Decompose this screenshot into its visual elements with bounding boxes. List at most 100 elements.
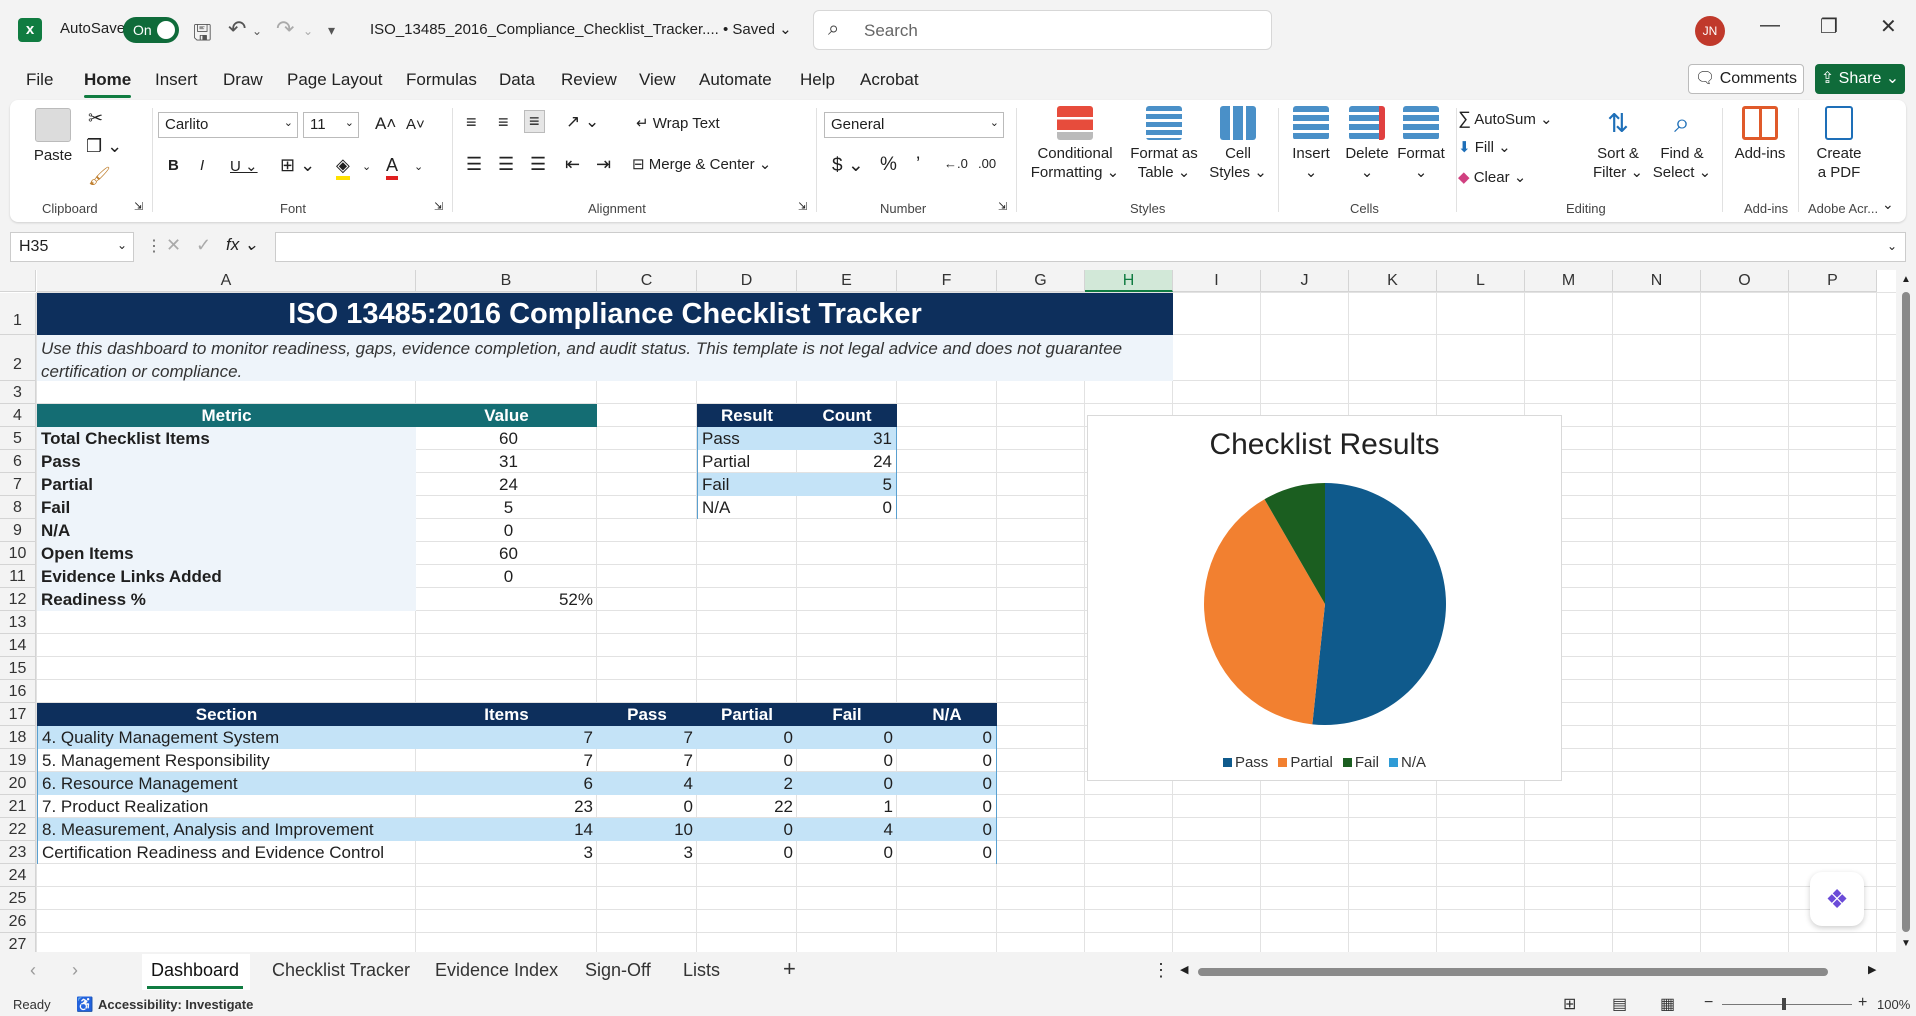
sheet-tab-checklist-tracker[interactable]: Checklist Tracker [272, 960, 410, 981]
row-header-18[interactable]: 18 [0, 726, 36, 749]
autosave-toggle[interactable]: On [123, 17, 179, 43]
section-value[interactable]: 0 [697, 726, 797, 749]
section-value[interactable]: 4 [797, 818, 897, 841]
redo-icon[interactable]: ↷ [276, 16, 294, 42]
zoom-slider[interactable] [1722, 1004, 1852, 1005]
row-header-23[interactable]: 23 [0, 841, 36, 864]
section-value[interactable]: 0 [897, 818, 997, 841]
prev-sheet-icon[interactable]: ‹ [30, 960, 36, 981]
result-label[interactable]: N/A [697, 496, 797, 519]
insert-function-icon[interactable]: fx ⌄ [226, 235, 258, 255]
row-header-5[interactable]: 5 [0, 427, 36, 450]
add-sheet-icon[interactable]: + [783, 956, 796, 982]
conditional-formatting-button[interactable]: Conditional Formatting ⌄ [1030, 106, 1120, 182]
create-pdf-button[interactable]: Create a PDF [1804, 106, 1874, 182]
row-header-22[interactable]: 22 [0, 818, 36, 841]
zoom-slider-thumb[interactable] [1782, 998, 1786, 1010]
horizontal-scroll-thumb[interactable] [1198, 968, 1828, 976]
comments-button[interactable]: 🗨 Comments [1688, 64, 1804, 94]
align-right-icon[interactable]: ☰ [530, 154, 546, 175]
tab-home[interactable]: Home [84, 70, 132, 98]
result-count[interactable]: 5 [797, 473, 897, 496]
row-header-7[interactable]: 7 [0, 473, 36, 496]
percent-icon[interactable]: % [880, 154, 897, 176]
section-value[interactable]: 0 [697, 749, 797, 772]
dashboard-title[interactable]: ISO 13485:2016 Compliance Checklist Trac… [37, 293, 1173, 335]
row-header-16[interactable]: 16 [0, 680, 36, 703]
increase-decimal-icon[interactable]: ←.0 [944, 156, 968, 171]
metric-value[interactable]: 5 [416, 496, 597, 519]
row-header-25[interactable]: 25 [0, 887, 36, 910]
metrics-header-metric[interactable]: Metric [37, 404, 416, 427]
row-header-8[interactable]: 8 [0, 496, 36, 519]
number-launcher-icon[interactable]: ⇲ [998, 200, 1007, 213]
column-header-f[interactable]: F [897, 270, 997, 292]
sheet-tab-sign-off[interactable]: Sign-Off [585, 960, 651, 981]
tab-formulas[interactable]: Formulas [406, 70, 477, 90]
more-icon[interactable]: ⋮ [146, 236, 162, 256]
page-break-view-icon[interactable]: ▦ [1660, 994, 1675, 1014]
section-value[interactable]: 7 [597, 726, 697, 749]
formula-input[interactable]: ⌄ [275, 232, 1906, 262]
page-layout-view-icon[interactable]: ▤ [1612, 994, 1627, 1014]
save-icon[interactable]: 🖫 [193, 16, 212, 54]
section-value[interactable]: 3 [597, 841, 697, 864]
name-box[interactable]: H35 ⌄ [10, 232, 134, 262]
vertical-scrollbar[interactable]: ▲ ▼ [1896, 270, 1916, 952]
result-count[interactable]: 0 [797, 496, 897, 519]
row-header-13[interactable]: 13 [0, 611, 36, 634]
section-value[interactable]: 23 [416, 795, 597, 818]
row-header-26[interactable]: 26 [0, 910, 36, 933]
row-header-19[interactable]: 19 [0, 749, 36, 772]
tab-review[interactable]: Review [561, 70, 617, 90]
section-value[interactable]: 14 [416, 818, 597, 841]
vertical-scroll-thumb[interactable] [1902, 292, 1910, 932]
column-header-o[interactable]: O [1701, 270, 1789, 292]
metric-label[interactable]: Fail [37, 496, 416, 519]
fill-button[interactable]: ⬇ Fill ⌄ [1458, 138, 1511, 156]
column-header-c[interactable]: C [597, 270, 697, 292]
column-header-p[interactable]: P [1789, 270, 1877, 292]
tab-options-icon[interactable]: ⋮ [1152, 960, 1170, 981]
font-color-icon[interactable]: A [386, 155, 399, 180]
section-value[interactable]: 7 [416, 749, 597, 772]
row-header-3[interactable]: 3 [0, 381, 36, 404]
section-value[interactable]: 0 [697, 818, 797, 841]
zoom-out-icon[interactable]: − [1704, 994, 1713, 1012]
align-left-icon[interactable]: ☰ [466, 154, 482, 175]
align-bottom-icon[interactable]: ≡ [524, 110, 545, 133]
fill-color-dropdown-icon[interactable]: ⌄ [362, 160, 371, 173]
tab-view[interactable]: View [639, 70, 676, 90]
section-value[interactable]: 0 [897, 772, 997, 795]
scroll-up-icon[interactable]: ▲ [1901, 274, 1911, 285]
section-name[interactable]: Certification Readiness and Evidence Con… [37, 841, 416, 864]
zoom-level[interactable]: 100% [1877, 997, 1910, 1012]
currency-icon[interactable]: $ ⌄ [832, 154, 864, 177]
metric-value[interactable]: 52% [416, 588, 597, 611]
alignment-launcher-icon[interactable]: ⇲ [798, 200, 807, 213]
insert-cells-button[interactable]: Insert ⌄ [1284, 106, 1338, 182]
checklist-results-chart[interactable]: Checklist Results Pass Partial Fail N/A [1087, 415, 1562, 781]
font-launcher-icon[interactable]: ⇲ [434, 200, 443, 213]
font-name-select[interactable]: Carlito ⌄ [158, 112, 298, 138]
section-value[interactable]: 0 [697, 841, 797, 864]
select-all-corner[interactable] [0, 270, 36, 292]
metric-label[interactable]: Open Items [37, 542, 416, 565]
borders-icon[interactable]: ⊞ ⌄ [280, 155, 315, 176]
section-value[interactable]: 22 [697, 795, 797, 818]
restore-icon[interactable]: ❐ [1820, 14, 1838, 39]
column-header-g[interactable]: G [997, 270, 1085, 292]
normal-view-icon[interactable]: ⊞ [1563, 994, 1576, 1014]
pie-slice-pass[interactable] [1312, 483, 1446, 725]
sections-header-partial[interactable]: Partial [697, 703, 797, 726]
section-value[interactable]: 0 [897, 749, 997, 772]
metric-value[interactable]: 24 [416, 473, 597, 496]
redo-dropdown-icon[interactable]: ⌄ [303, 24, 313, 38]
zoom-in-icon[interactable]: + [1858, 994, 1867, 1012]
merge-center-button[interactable]: ⊟ Merge & Center ⌄ [632, 155, 771, 173]
section-value[interactable]: 0 [597, 795, 697, 818]
section-name[interactable]: 6. Resource Management [37, 772, 416, 795]
bold-icon[interactable]: B [168, 157, 179, 174]
number-format-select[interactable]: General ⌄ [824, 112, 1004, 138]
find-select-button[interactable]: ⌕ Find & Select ⌄ [1650, 106, 1714, 182]
